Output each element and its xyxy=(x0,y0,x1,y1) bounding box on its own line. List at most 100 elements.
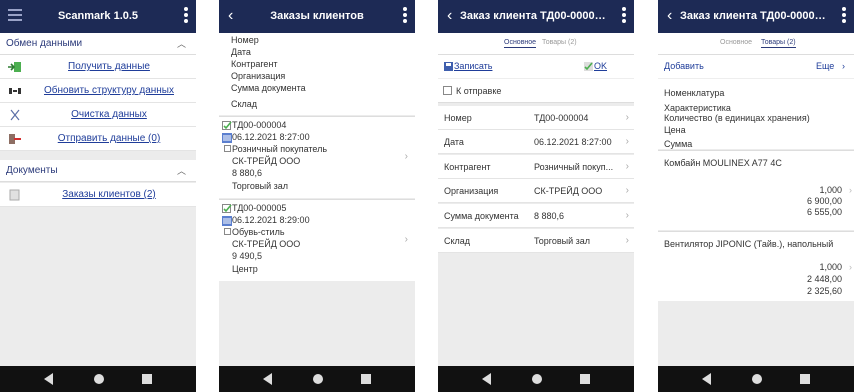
send-checkbox-row[interactable]: К отправке xyxy=(438,79,634,103)
order-row[interactable]: ТД00-000005 06.12.2021 8:29:00 Обувь-сти… xyxy=(219,199,415,281)
field-row[interactable]: Сумма документа 8 880,6 › xyxy=(438,204,634,228)
overflow-menu-icon[interactable] xyxy=(184,7,188,25)
nav-back-icon[interactable] xyxy=(482,373,491,385)
chevron-up-icon: ︿ xyxy=(176,166,186,176)
field-row[interactable]: Организация СК-ТРЕЙД ООО › xyxy=(438,179,634,203)
nav-home-icon[interactable] xyxy=(532,374,542,384)
action-update-structure[interactable]: Обновить структуру данных xyxy=(0,79,196,103)
tab-goods[interactable]: Товары (2) xyxy=(542,39,577,46)
section-title: Обмен данными xyxy=(6,38,83,49)
order-partner: Розничный покупатель xyxy=(232,144,328,154)
product-name: Комбайн MOULINEX A77 4C xyxy=(664,158,782,168)
product-name: Вентилятор JIPONIC (Тайв.), напольный xyxy=(664,239,834,249)
nav-back-icon[interactable] xyxy=(44,373,53,385)
clear-icon xyxy=(10,109,20,121)
nav-recents-icon[interactable] xyxy=(142,374,152,384)
nav-recents-icon[interactable] xyxy=(800,374,810,384)
add-button[interactable]: Добавить xyxy=(664,61,704,71)
chevron-right-icon: › xyxy=(625,136,629,147)
nav-recents-icon[interactable] xyxy=(580,374,590,384)
action-bar: Добавить Еще › xyxy=(658,55,854,79)
field-row[interactable]: Дата 06.12.2021 8:27:00 › xyxy=(438,130,634,154)
product-sum: 6 555,00 xyxy=(806,207,842,217)
nav-home-icon[interactable] xyxy=(752,374,762,384)
list-header: Номер Дата Контрагент Организация Сумма … xyxy=(219,33,415,115)
header-field: Дата xyxy=(231,47,251,57)
screen-title: Заказы клиентов xyxy=(270,10,364,22)
field-row[interactable]: Контрагент Розничный покуп... › xyxy=(438,155,634,179)
header-field: Контрагент xyxy=(231,59,278,69)
section-header-exchange[interactable]: Обмен данными ︿ xyxy=(0,33,196,55)
more-button[interactable]: Еще xyxy=(816,61,834,71)
order-number: ТД00-000004 xyxy=(232,120,287,130)
action-label[interactable]: Отправить данные (0) xyxy=(22,127,196,151)
order-date: 06.12.2021 8:29:00 xyxy=(232,215,310,225)
screen-title: Заказ клиента ТД00-000004 0... xyxy=(460,10,610,22)
screen-order-goods: ‹ Заказ клиента ТД00-000004 0... Основно… xyxy=(658,0,854,392)
order-checkbox[interactable] xyxy=(224,228,231,235)
field-value: ТД00-000004 xyxy=(534,113,589,123)
chevron-right-icon: › xyxy=(625,112,629,123)
action-send-data[interactable]: Отправить данные (0) xyxy=(0,127,196,151)
product-sum: 2 325,60 xyxy=(806,286,842,296)
header-field: Номенклатура xyxy=(664,88,725,98)
ok-button[interactable]: OK xyxy=(594,61,607,71)
action-get-data[interactable]: Получить данные xyxy=(0,55,196,79)
tab-goods[interactable]: Товары (2) xyxy=(761,39,796,48)
action-clear-data[interactable]: Очистка данных xyxy=(0,103,196,127)
overflow-menu-icon[interactable] xyxy=(403,7,407,25)
back-arrow-icon[interactable]: ‹ xyxy=(447,5,452,27)
back-arrow-icon[interactable]: ‹ xyxy=(667,5,672,27)
field-row[interactable]: Номер ТД00-000004 › xyxy=(438,106,634,130)
field-value: Розничный покуп... xyxy=(534,162,614,172)
barcode-icon xyxy=(222,216,232,226)
screen-main-menu: Scanmark 1.0.5 Обмен данными ︿ Получить … xyxy=(0,0,196,392)
system-nav-bar xyxy=(219,366,415,392)
product-quantity: 1,000 xyxy=(819,262,842,272)
field-row[interactable]: Склад Торговый зал › xyxy=(438,229,634,253)
tab-main[interactable]: Основное xyxy=(720,39,752,46)
action-label[interactable]: Очистка данных xyxy=(22,103,196,127)
product-price: 6 900,00 xyxy=(806,196,842,206)
document-customer-orders[interactable]: Заказы клиентов (2) xyxy=(0,183,196,207)
overflow-menu-icon[interactable] xyxy=(842,7,846,25)
header-field: Организация xyxy=(231,71,286,81)
header-field: Номер xyxy=(231,35,259,45)
chevron-right-icon[interactable]: › xyxy=(842,61,845,71)
download-icon xyxy=(8,62,21,72)
order-checkbox[interactable] xyxy=(224,145,231,152)
nav-home-icon[interactable] xyxy=(313,374,323,384)
field-label: Склад xyxy=(444,236,471,246)
document-icon xyxy=(9,189,20,201)
nav-back-icon[interactable] xyxy=(702,373,711,385)
header-field: Сумма xyxy=(664,139,693,149)
section-title: Документы xyxy=(6,165,58,176)
save-button[interactable]: Записать xyxy=(454,61,492,71)
order-number: ТД00-000005 xyxy=(232,203,287,213)
product-row[interactable]: Вентилятор JIPONIC (Тайв.), напольный 1,… xyxy=(658,231,854,301)
section-header-documents[interactable]: Документы ︿ xyxy=(0,160,196,182)
action-label[interactable]: Обновить структуру данных xyxy=(22,79,196,103)
chevron-right-icon: › xyxy=(404,151,408,162)
action-label[interactable]: Получить данные xyxy=(22,55,196,79)
order-date: 06.12.2021 8:27:00 xyxy=(232,132,310,142)
chevron-right-icon: › xyxy=(625,161,629,172)
field-label: Дата xyxy=(444,137,464,147)
order-row[interactable]: ТД00-000004 06.12.2021 8:27:00 Розничный… xyxy=(219,116,415,198)
goods-header: Номенклатура Характеристика Количество (… xyxy=(658,79,854,149)
document-label[interactable]: Заказы клиентов (2) xyxy=(22,183,196,207)
field-label: Сумма документа xyxy=(444,211,519,221)
product-row[interactable]: Комбайн MOULINEX A77 4C 1,000 6 900,00 6… xyxy=(658,150,854,230)
send-checkbox[interactable] xyxy=(443,86,452,95)
system-nav-bar xyxy=(658,366,854,392)
nav-home-icon[interactable] xyxy=(94,374,104,384)
field-value: 06.12.2021 8:27:00 xyxy=(534,137,612,147)
tab-bar: Основное Товары (2) xyxy=(658,33,854,55)
tab-main[interactable]: Основное xyxy=(504,39,537,48)
system-nav-bar xyxy=(0,366,196,392)
field-value: 8 880,6 xyxy=(534,211,565,221)
nav-back-icon[interactable] xyxy=(263,373,272,385)
nav-recents-icon[interactable] xyxy=(361,374,371,384)
order-sum: 8 880,6 xyxy=(232,168,263,178)
overflow-menu-icon[interactable] xyxy=(622,7,626,25)
